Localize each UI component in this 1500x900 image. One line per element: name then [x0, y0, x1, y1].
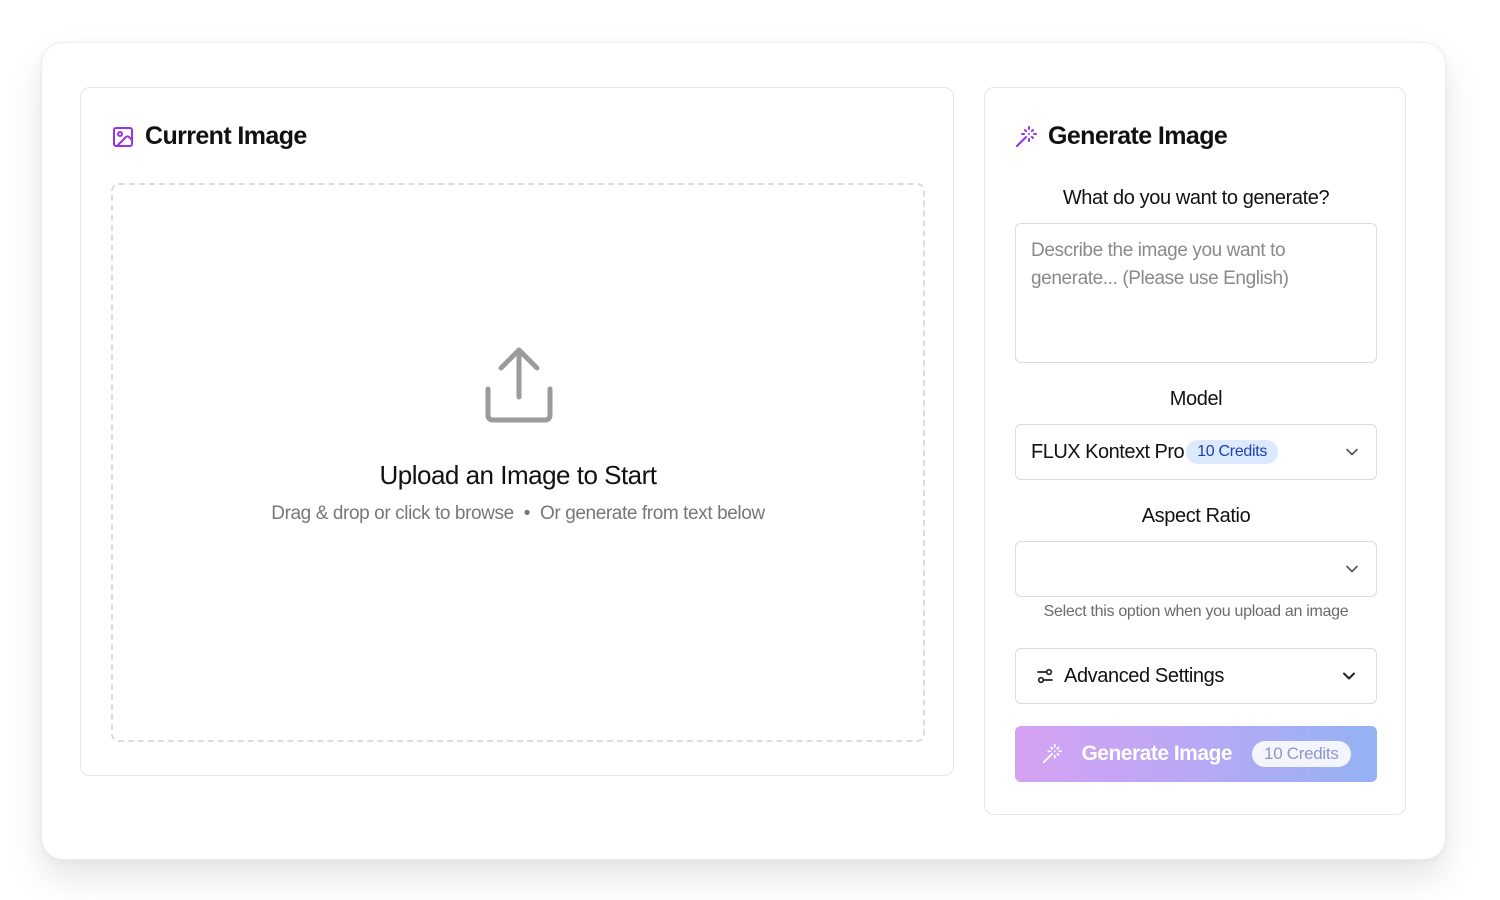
advanced-settings-label: Advanced Settings [1064, 665, 1224, 688]
generate-image-title: Generate Image [1048, 122, 1227, 151]
chevron-down-icon [1345, 446, 1359, 458]
aspect-ratio-label: Aspect Ratio [1015, 505, 1377, 528]
generate-image-panel: Generate Image What do you want to gener… [984, 87, 1406, 815]
aspect-ratio-select[interactable] [1015, 541, 1377, 597]
advanced-settings-toggle[interactable]: Advanced Settings [1015, 648, 1377, 704]
image-icon [111, 125, 135, 149]
prompt-input[interactable] [1015, 223, 1377, 363]
current-image-header: Current Image [111, 122, 307, 151]
chevron-down-icon [1345, 563, 1359, 575]
prompt-label: What do you want to generate? [1015, 187, 1377, 210]
model-selected-value: FLUX Kontext Pro [1031, 441, 1184, 464]
generate-image-button[interactable]: Generate Image 10 Credits [1015, 726, 1377, 782]
upload-icon [483, 345, 555, 425]
dropzone-subtitle: Drag & drop or click to browse • Or genera… [113, 503, 923, 525]
generate-button-label: Generate Image [1081, 742, 1232, 766]
model-label: Model [1015, 388, 1377, 411]
dropzone-generate-text: Or generate from text below [540, 503, 765, 524]
image-dropzone[interactable]: Upload an Image to Start Drag & drop or … [111, 183, 925, 742]
aspect-ratio-hint: Select this option when you upload an im… [1015, 603, 1377, 621]
generate-image-header: Generate Image [1014, 122, 1227, 151]
dropzone-title: Upload an Image to Start [113, 460, 923, 491]
chevron-down-icon [1342, 670, 1356, 682]
magic-wand-icon [1014, 125, 1038, 149]
generate-credits-badge: 10 Credits [1252, 741, 1350, 767]
dropzone-browse-text: Drag & drop or click to browse [271, 503, 514, 524]
separator-dot: • [524, 503, 530, 524]
magic-wand-icon [1041, 743, 1063, 765]
model-select[interactable]: FLUX Kontext Pro 10 Credits [1015, 424, 1377, 480]
current-image-panel: Current Image Upload an Image to Start D… [80, 87, 954, 776]
sliders-icon [1036, 667, 1054, 685]
current-image-title: Current Image [145, 122, 307, 151]
model-credits-badge: 10 Credits [1186, 440, 1278, 464]
